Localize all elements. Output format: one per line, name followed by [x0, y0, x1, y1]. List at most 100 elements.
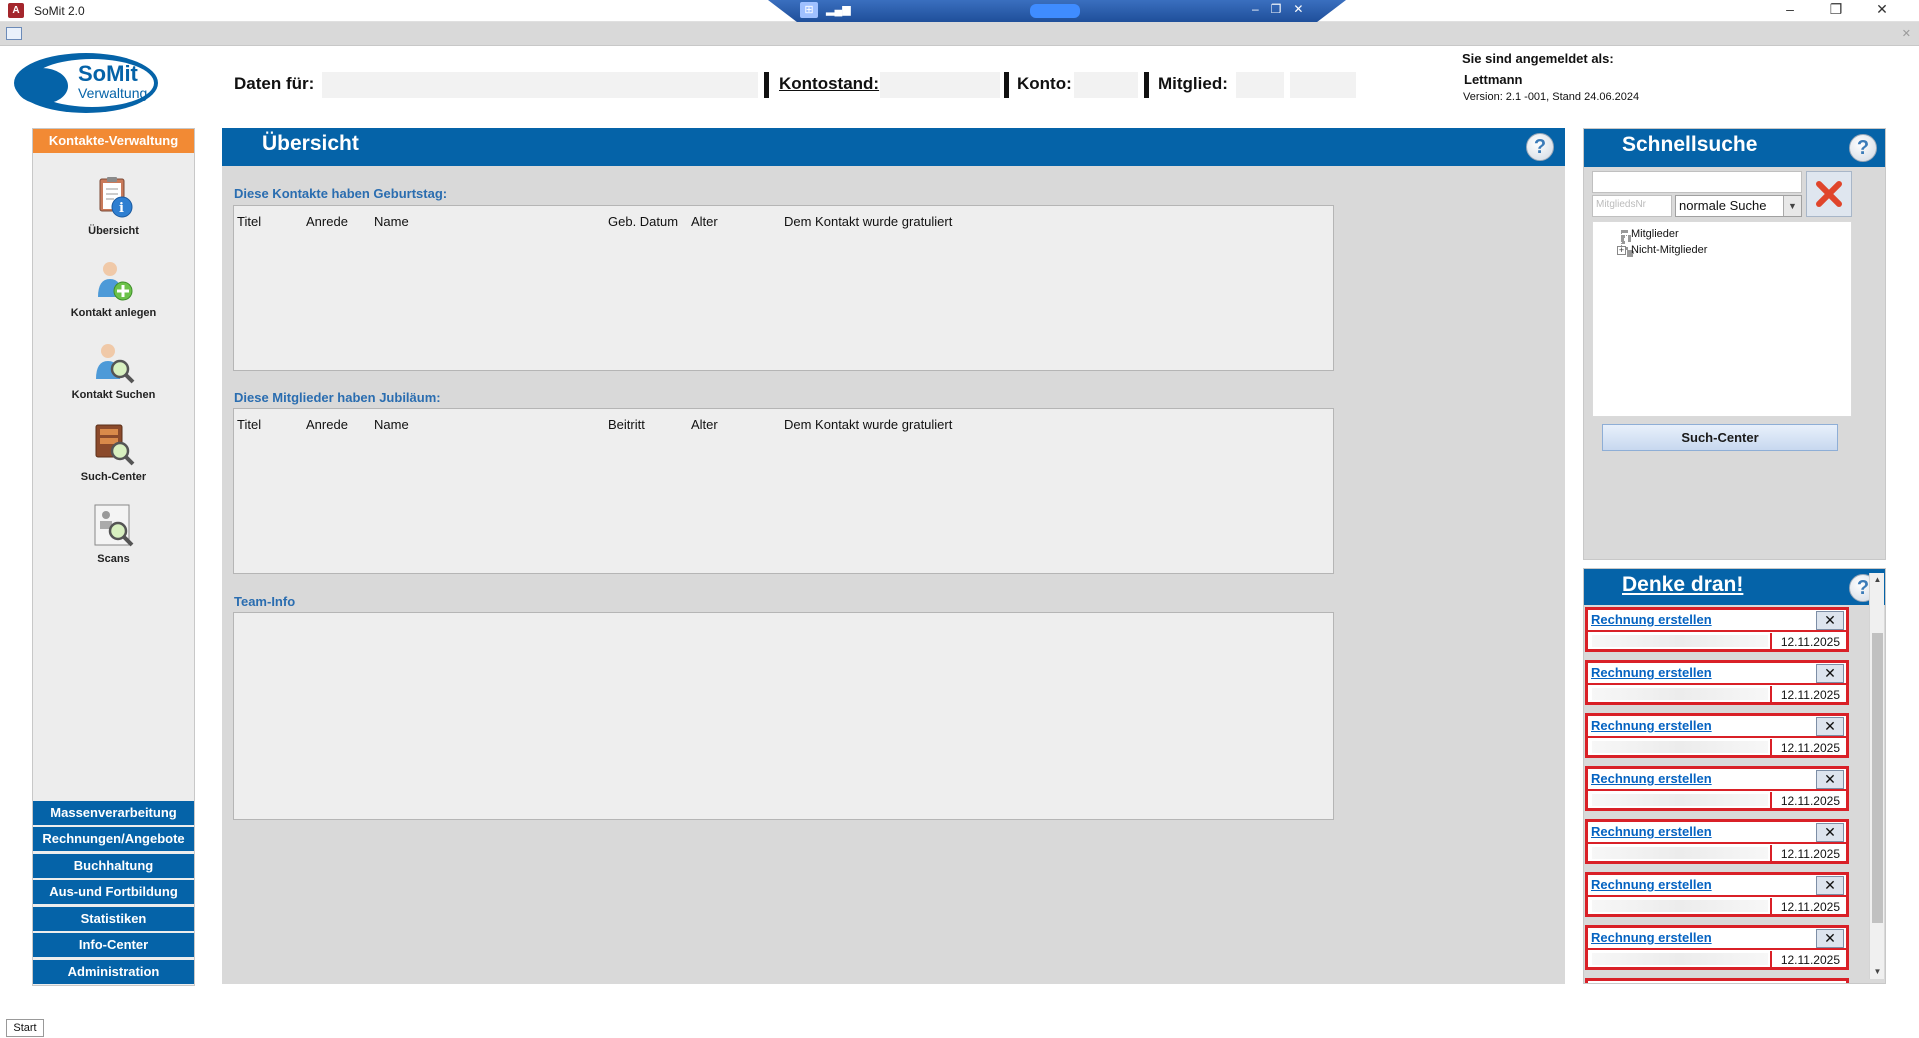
form-view-icon[interactable] [6, 27, 22, 40]
redacted-text [1592, 635, 1768, 647]
nav-button-aus-und-fortbildung[interactable]: Aus-und Fortbildung [33, 880, 194, 904]
search-book-icon [95, 424, 134, 466]
expand-icon[interactable]: + [1617, 246, 1626, 255]
tree-node-nicht-mitglieder[interactable]: Nicht-Mitglieder [1631, 244, 1707, 256]
reminder-link[interactable]: Rechnung erstellen [1591, 718, 1712, 733]
help-icon[interactable]: ? [1526, 133, 1554, 161]
mitglied-field [1236, 72, 1284, 98]
birthday-section-title: Diese Kontakte haben Geburtstag: [234, 186, 448, 201]
clipboard-info-icon: i [99, 177, 132, 218]
reminder-link[interactable]: Rechnung erstellen [1591, 771, 1712, 786]
chevron-down-icon[interactable]: ▼ [1783, 196, 1801, 216]
nav-button-info-center[interactable]: Info-Center [33, 933, 194, 957]
svg-text:i: i [119, 201, 124, 216]
close-icon[interactable]: ✕ [1859, 1, 1905, 18]
add-person-icon [97, 262, 132, 301]
restore-icon[interactable]: ❐ [1813, 1, 1859, 18]
team-info-box[interactable] [233, 612, 1334, 820]
birthday-list[interactable]: Titel Anrede Name Geb. Datum Alter Dem K… [233, 205, 1334, 371]
konto-label: Konto: [1017, 74, 1072, 93]
reminder-card: Rechnung erstellen ✕ 12.11.2025 [1585, 925, 1849, 970]
reminder-card [1585, 978, 1849, 983]
reminder-date: 12.11.2025 [1770, 686, 1844, 704]
reminder-link[interactable]: Rechnung erstellen [1591, 665, 1712, 680]
login-title: Sie sind angemeldet als: [1462, 51, 1614, 66]
help-icon[interactable]: ? [1849, 134, 1877, 162]
dismiss-icon[interactable]: ✕ [1816, 717, 1844, 736]
reminders-title[interactable]: Denke dran! [1622, 573, 1743, 597]
kontostand-field [880, 72, 1000, 98]
scroll-up-icon[interactable]: ▲ [1870, 573, 1885, 587]
nav-item-such-center[interactable]: Such-Center [33, 421, 194, 493]
dismiss-icon[interactable]: ✕ [1816, 611, 1844, 630]
redacted-text [1592, 900, 1768, 912]
mitglied-label: Mitglied: [1158, 74, 1228, 93]
jubilee-section-title: Diese Mitglieder haben Jubiläum: [234, 390, 441, 405]
reminder-date: 12.11.2025 [1770, 898, 1844, 916]
reminder-card: Rechnung erstellen ✕ 12.11.2025 [1585, 766, 1849, 811]
dismiss-icon[interactable]: ✕ [1816, 876, 1844, 895]
nav-item-kontakt-suchen[interactable]: Kontakt Suchen [33, 339, 194, 411]
team-info-title: Team-Info [234, 594, 296, 609]
daten-fuer-label: Daten für: [234, 74, 315, 93]
reminder-card: Rechnung erstellen ✕ 12.11.2025 [1585, 713, 1849, 758]
nav-button-buchhaltung[interactable]: Buchhaltung [33, 854, 194, 878]
column-header: Titel [237, 417, 262, 432]
tree-node-mitglieder[interactable]: Mitglieder [1631, 228, 1679, 240]
nav-header: Kontakte-Verwaltung [33, 129, 194, 153]
reminder-date: 12.11.2025 [1770, 739, 1844, 757]
dismiss-icon[interactable]: ✕ [1816, 929, 1844, 948]
nav-item-label: Kontakt Suchen [71, 389, 156, 401]
separator [1144, 72, 1149, 98]
divider [1588, 736, 1846, 738]
kontostand-link[interactable]: Kontostand: [779, 74, 879, 94]
divider [1588, 789, 1846, 791]
redacted-text [1592, 794, 1768, 806]
column-header: Geb. Datum [608, 214, 679, 229]
member-number-field[interactable]: MitgliedsNr [1592, 195, 1672, 217]
scan-search-icon [94, 504, 133, 547]
svg-text:Verwaltung: Verwaltung [78, 85, 147, 101]
jubilee-list[interactable]: Titel Anrede Name Beitritt Alter Dem Kon… [233, 408, 1334, 574]
close-icon [1816, 181, 1842, 207]
column-header: Dem Kontakt wurde gratuliert [784, 417, 953, 432]
window-controls: – ❐ ✕ [1767, 1, 1905, 18]
quicksearch-header: Schnellsuche ? [1584, 129, 1885, 167]
clear-search-button[interactable] [1806, 171, 1852, 217]
reminder-link[interactable]: Rechnung erstellen [1591, 930, 1712, 945]
column-header: Beitritt [608, 417, 645, 432]
nav-button-statistiken[interactable]: Statistiken [33, 907, 194, 931]
main-header: Übersicht ? [222, 128, 1565, 166]
minimize-icon[interactable]: – [1767, 1, 1813, 17]
scroll-down-icon[interactable]: ▼ [1870, 965, 1885, 979]
search-tree[interactable]: Mitglieder + Nicht-Mitglieder [1592, 221, 1852, 417]
quicksearch-panel: Schnellsuche ? MitgliedsNr normale Suche… [1583, 128, 1886, 560]
search-mode-select[interactable]: normale Suche ▼ [1675, 195, 1802, 217]
reminder-card: Rechnung erstellen ✕ 12.11.2025 [1585, 607, 1849, 652]
such-center-button[interactable]: Such-Center [1602, 424, 1838, 451]
dismiss-icon[interactable]: ✕ [1816, 823, 1844, 842]
scroll-thumb[interactable] [1872, 633, 1883, 923]
ribbon-close-icon[interactable]: ✕ [1902, 27, 1911, 40]
quicksearch-input[interactable] [1592, 171, 1802, 193]
separator [764, 72, 769, 98]
pin-icon[interactable]: ⊞ [800, 2, 818, 18]
reminders-scrollbar[interactable]: ▲ ▼ [1869, 573, 1884, 979]
dismiss-icon[interactable]: ✕ [1816, 664, 1844, 683]
reminder-link[interactable]: Rechnung erstellen [1591, 824, 1712, 839]
reminder-link[interactable]: Rechnung erstellen [1591, 877, 1712, 892]
reminder-link[interactable]: Rechnung erstellen [1591, 612, 1712, 627]
remote-window-controls[interactable]: –❐✕ [1252, 2, 1316, 16]
divider [1588, 683, 1846, 685]
divider [1588, 895, 1846, 897]
nav-button-massenverarbeitung[interactable]: Massenverarbeitung [33, 801, 194, 825]
start-button[interactable]: Start [6, 1019, 44, 1037]
nav-item-uebersicht[interactable]: i Übersicht [33, 175, 194, 247]
dismiss-icon[interactable]: ✕ [1816, 770, 1844, 789]
divider [1588, 630, 1846, 632]
nav-item-kontakt-anlegen[interactable]: Kontakt anlegen [33, 257, 194, 329]
nav-button-administration[interactable]: Administration [33, 960, 194, 984]
nav-button-rechnungen-angebote[interactable]: Rechnungen/Angebote [33, 827, 194, 851]
nav-item-label: Kontakt anlegen [70, 307, 157, 319]
nav-item-scans[interactable]: Scans [33, 503, 194, 575]
